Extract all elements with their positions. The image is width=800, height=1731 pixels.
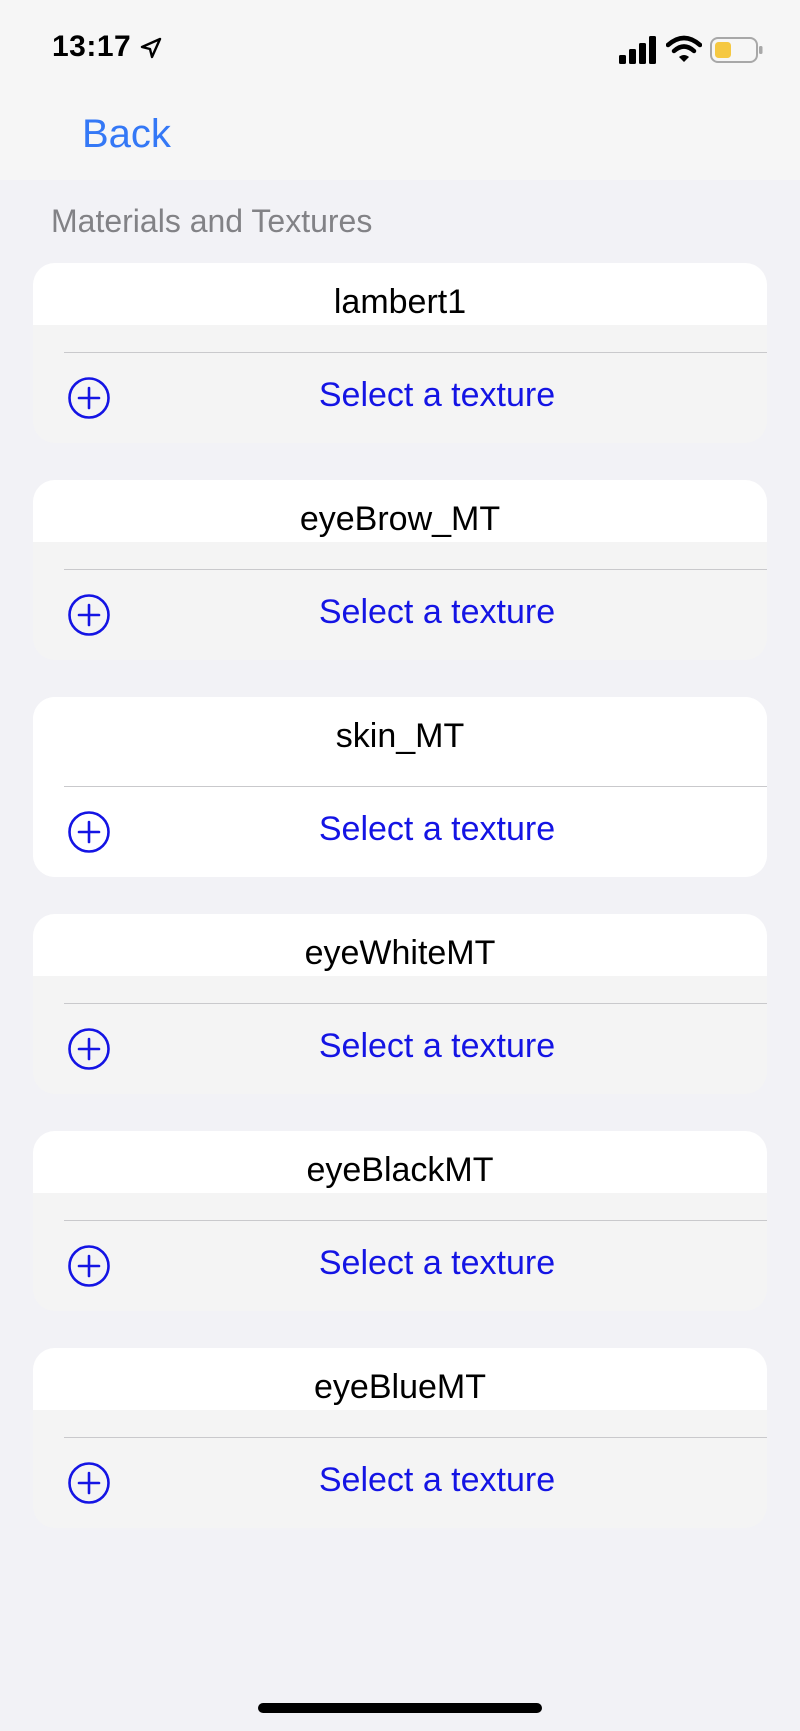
- wifi-icon: [666, 35, 702, 62]
- status-time: 13:17: [52, 30, 132, 63]
- select-texture-label: Select a texture: [318, 593, 556, 631]
- material-card: eyeWhiteMT Select a texture: [33, 914, 767, 1094]
- material-name: eyeBlackMT: [306, 1151, 494, 1189]
- material-name: skin_MT: [335, 717, 465, 755]
- material-card: lambert1 Select a texture: [33, 263, 767, 443]
- material-name: eyeBrow_MT: [299, 500, 501, 538]
- select-texture-button[interactable]: Select a texture: [33, 1221, 767, 1311]
- material-name: eyeBlueMT: [314, 1368, 486, 1406]
- select-texture-label: Select a texture: [318, 810, 556, 848]
- select-texture-label: Select a texture: [318, 1244, 556, 1282]
- select-texture-button[interactable]: Select a texture: [33, 353, 767, 443]
- battery-icon: [710, 37, 763, 63]
- material-card: eyeBlackMT Select a texture: [33, 1131, 767, 1311]
- select-texture-label: Select a texture: [318, 1461, 556, 1499]
- section-header: Materials and Textures: [51, 203, 373, 239]
- select-texture-label: Select a texture: [318, 1027, 556, 1065]
- cellular-signal-icon: [619, 36, 656, 64]
- material-card: eyeBlueMT Select a texture: [33, 1348, 767, 1528]
- material-name: eyeWhiteMT: [304, 934, 496, 972]
- select-texture-label: Select a texture: [318, 376, 556, 414]
- select-texture-button[interactable]: Select a texture: [33, 1004, 767, 1094]
- status-bar: 13:17: [0, 0, 800, 100]
- navigation-bar: Back: [0, 100, 800, 180]
- material-card: eyeBrow_MT Select a texture: [33, 480, 767, 660]
- material-name: lambert1: [333, 283, 467, 321]
- select-texture-button[interactable]: Select a texture: [33, 1438, 767, 1528]
- back-button[interactable]: Back: [82, 112, 171, 157]
- select-texture-button[interactable]: Select a texture: [33, 570, 767, 660]
- material-card: skin_MT Select a texture: [33, 697, 767, 877]
- location-arrow-icon: [140, 37, 162, 59]
- select-texture-button[interactable]: Select a texture: [33, 787, 767, 877]
- home-indicator[interactable]: [258, 1703, 542, 1713]
